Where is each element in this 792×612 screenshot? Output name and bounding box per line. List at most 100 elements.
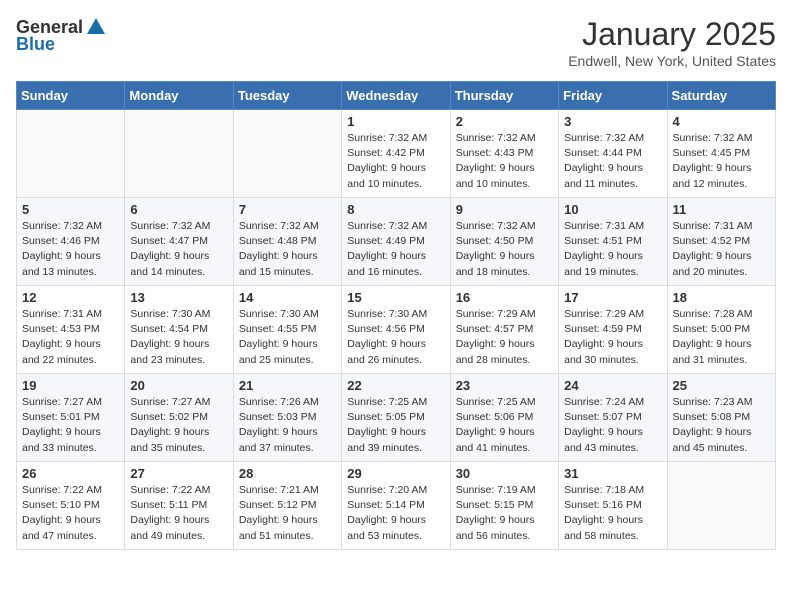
calendar-week-row: 5 Sunrise: 7:32 AMSunset: 4:46 PMDaylight… [17, 198, 776, 286]
day-number: 14 [239, 290, 336, 305]
day-number: 6 [130, 202, 227, 217]
day-number: 7 [239, 202, 336, 217]
calendar-week-row: 26 Sunrise: 7:22 AMSunset: 5:10 PMDayligh… [17, 462, 776, 550]
calendar-week-row: 19 Sunrise: 7:27 AMSunset: 5:01 PMDayligh… [17, 374, 776, 462]
day-number: 15 [347, 290, 444, 305]
calendar-cell: 27Sunrise: 7:22 AMSunset: 5:11 PMDayligh… [125, 462, 233, 550]
day-number: 16 [456, 290, 553, 305]
day-info: Sunrise: 7:24 AMSunset: 5:07 PMDaylight:… [564, 395, 661, 456]
day-info: Sunrise: 7:32 AMSunset: 4:50 PMDaylight:… [456, 219, 553, 280]
day-number: 21 [239, 378, 336, 393]
calendar-cell: 28Sunrise: 7:21 AMSunset: 5:12 PMDayligh… [233, 462, 341, 550]
day-info: Sunrise: 7:25 AMSunset: 5:05 PMDaylight:… [347, 395, 444, 456]
calendar-cell: 9 Sunrise: 7:32 AMSunset: 4:50 PMDaylight… [450, 198, 558, 286]
logo: General Blue [16, 16, 107, 55]
calendar-cell [233, 110, 341, 198]
calendar-cell: 1 Sunrise: 7:32 AMSunset: 4:42 PMDaylight… [342, 110, 450, 198]
day-of-week-header: Tuesday [233, 82, 341, 110]
day-info: Sunrise: 7:27 AMSunset: 5:02 PMDaylight:… [130, 395, 227, 456]
calendar-cell: 12 Sunrise: 7:31 AMSunset: 4:53 PMDayligh… [17, 286, 125, 374]
day-info: Sunrise: 7:32 AMSunset: 4:43 PMDaylight:… [456, 131, 553, 192]
day-number: 5 [22, 202, 119, 217]
day-number: 20 [130, 378, 227, 393]
calendar-cell: 19 Sunrise: 7:27 AMSunset: 5:01 PMDayligh… [17, 374, 125, 462]
day-number: 27 [130, 466, 227, 481]
calendar-cell: 20 Sunrise: 7:27 AMSunset: 5:02 PMDayligh… [125, 374, 233, 462]
day-number: 13 [130, 290, 227, 305]
calendar-cell: 23 Sunrise: 7:25 AMSunset: 5:06 PMDayligh… [450, 374, 558, 462]
day-info: Sunrise: 7:28 AMSunset: 5:00 PMDaylight:… [673, 307, 770, 368]
day-number: 12 [22, 290, 119, 305]
day-info: Sunrise: 7:31 AMSunset: 4:52 PMDaylight:… [673, 219, 770, 280]
calendar-header-row: SundayMondayTuesdayWednesdayThursdayFrid… [17, 82, 776, 110]
calendar-cell: 18 Sunrise: 7:28 AMSunset: 5:00 PMDayligh… [667, 286, 775, 374]
day-info: Sunrise: 7:30 AMSunset: 4:56 PMDaylight:… [347, 307, 444, 368]
calendar-cell: 2Sunrise: 7:32 AMSunset: 4:43 PMDaylight… [450, 110, 558, 198]
calendar-cell: 8Sunrise: 7:32 AMSunset: 4:49 PMDaylight… [342, 198, 450, 286]
calendar-cell: 24 Sunrise: 7:24 AMSunset: 5:07 PMDayligh… [559, 374, 667, 462]
day-number: 9 [456, 202, 553, 217]
day-number: 26 [22, 466, 119, 481]
day-number: 10 [564, 202, 661, 217]
day-info: Sunrise: 7:18 AMSunset: 5:16 PMDaylight:… [564, 483, 661, 544]
calendar-cell: 14Sunrise: 7:30 AMSunset: 4:55 PMDayligh… [233, 286, 341, 374]
calendar-cell: 13 Sunrise: 7:30 AMSunset: 4:54 PMDayligh… [125, 286, 233, 374]
calendar-cell: 21Sunrise: 7:26 AMSunset: 5:03 PMDayligh… [233, 374, 341, 462]
day-info: Sunrise: 7:21 AMSunset: 5:12 PMDaylight:… [239, 483, 336, 544]
day-number: 30 [456, 466, 553, 481]
day-info: Sunrise: 7:32 AMSunset: 4:45 PMDaylight:… [673, 131, 770, 192]
day-info: Sunrise: 7:25 AMSunset: 5:06 PMDaylight:… [456, 395, 553, 456]
day-info: Sunrise: 7:23 AMSunset: 5:08 PMDaylight:… [673, 395, 770, 456]
day-number: 18 [673, 290, 770, 305]
page-header: General Blue January 2025 Endwell, New Y… [16, 16, 776, 69]
calendar-cell: 29 Sunrise: 7:20 AMSunset: 5:14 PMDayligh… [342, 462, 450, 550]
day-info: Sunrise: 7:29 AMSunset: 4:57 PMDaylight:… [456, 307, 553, 368]
day-info: Sunrise: 7:30 AMSunset: 4:54 PMDaylight:… [130, 307, 227, 368]
calendar-cell: 26 Sunrise: 7:22 AMSunset: 5:10 PMDayligh… [17, 462, 125, 550]
day-info: Sunrise: 7:22 AMSunset: 5:10 PMDaylight:… [22, 483, 119, 544]
calendar-cell: 22 Sunrise: 7:25 AMSunset: 5:05 PMDayligh… [342, 374, 450, 462]
month-title: January 2025 [568, 16, 776, 53]
calendar-cell: 6 Sunrise: 7:32 AMSunset: 4:47 PMDaylight… [125, 198, 233, 286]
location: Endwell, New York, United States [568, 53, 776, 69]
day-number: 22 [347, 378, 444, 393]
calendar-cell [667, 462, 775, 550]
day-number: 17 [564, 290, 661, 305]
day-info: Sunrise: 7:31 AMSunset: 4:51 PMDaylight:… [564, 219, 661, 280]
day-info: Sunrise: 7:29 AMSunset: 4:59 PMDaylight:… [564, 307, 661, 368]
day-number: 19 [22, 378, 119, 393]
day-info: Sunrise: 7:31 AMSunset: 4:53 PMDaylight:… [22, 307, 119, 368]
calendar-cell: 30Sunrise: 7:19 AMSunset: 5:15 PMDayligh… [450, 462, 558, 550]
day-info: Sunrise: 7:20 AMSunset: 5:14 PMDaylight:… [347, 483, 444, 544]
calendar-cell: 25 Sunrise: 7:23 AMSunset: 5:08 PMDayligh… [667, 374, 775, 462]
calendar-cell: 4 Sunrise: 7:32 AMSunset: 4:45 PMDaylight… [667, 110, 775, 198]
calendar-cell: 17 Sunrise: 7:29 AMSunset: 4:59 PMDayligh… [559, 286, 667, 374]
day-number: 23 [456, 378, 553, 393]
day-number: 4 [673, 114, 770, 129]
day-number: 31 [564, 466, 661, 481]
day-info: Sunrise: 7:32 AMSunset: 4:44 PMDaylight:… [564, 131, 661, 192]
day-number: 1 [347, 114, 444, 129]
day-number: 25 [673, 378, 770, 393]
day-of-week-header: Sunday [17, 82, 125, 110]
logo-icon [85, 16, 107, 38]
day-of-week-header: Monday [125, 82, 233, 110]
day-info: Sunrise: 7:27 AMSunset: 5:01 PMDaylight:… [22, 395, 119, 456]
day-info: Sunrise: 7:32 AMSunset: 4:42 PMDaylight:… [347, 131, 444, 192]
day-info: Sunrise: 7:32 AMSunset: 4:47 PMDaylight:… [130, 219, 227, 280]
day-number: 11 [673, 202, 770, 217]
day-info: Sunrise: 7:32 AMSunset: 4:46 PMDaylight:… [22, 219, 119, 280]
calendar-cell: 7 Sunrise: 7:32 AMSunset: 4:48 PMDaylight… [233, 198, 341, 286]
calendar-cell: 10 Sunrise: 7:31 AMSunset: 4:51 PMDayligh… [559, 198, 667, 286]
title-block: January 2025 Endwell, New York, United S… [568, 16, 776, 69]
calendar-cell [125, 110, 233, 198]
day-of-week-header: Wednesday [342, 82, 450, 110]
day-number: 29 [347, 466, 444, 481]
day-number: 24 [564, 378, 661, 393]
calendar-cell: 15 Sunrise: 7:30 AMSunset: 4:56 PMDayligh… [342, 286, 450, 374]
calendar-cell: 16 Sunrise: 7:29 AMSunset: 4:57 PMDayligh… [450, 286, 558, 374]
day-of-week-header: Saturday [667, 82, 775, 110]
day-of-week-header: Friday [559, 82, 667, 110]
day-info: Sunrise: 7:32 AMSunset: 4:48 PMDaylight:… [239, 219, 336, 280]
calendar-week-row: 12 Sunrise: 7:31 AMSunset: 4:53 PMDayligh… [17, 286, 776, 374]
